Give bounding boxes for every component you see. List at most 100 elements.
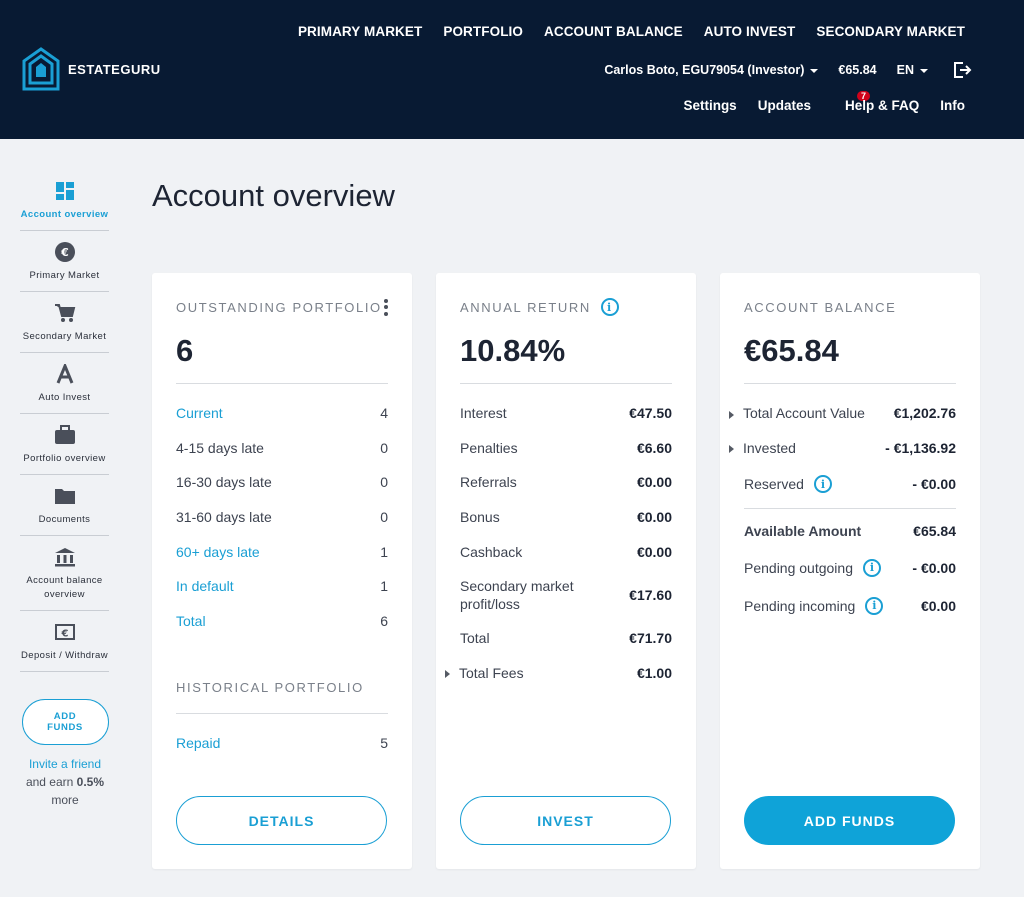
annual-row-penalties: Penalties €6.60 <box>460 431 672 466</box>
main-menu: PRIMARY MARKET PORTFOLIO ACCOUNT BALANCE… <box>298 24 965 39</box>
expand-triangle-icon[interactable] <box>445 670 450 679</box>
divider <box>460 383 672 384</box>
row-value: €1,202.76 <box>893 405 956 422</box>
annual-row-bonus: Bonus €0.00 <box>460 500 672 535</box>
invite-bonus-rate: 0.5% <box>76 775 105 789</box>
row-value: €0.00 <box>636 474 672 491</box>
header-balance[interactable]: €65.84 <box>838 63 876 77</box>
row-label: In default <box>176 578 234 595</box>
sidebar-item-secondary-market[interactable]: Secondary Market <box>20 300 109 353</box>
expand-triangle-icon[interactable] <box>729 410 734 419</box>
row-value: €1.00 <box>636 664 672 681</box>
row-label: Repaid <box>176 735 221 752</box>
row-label: Total Account Value <box>743 405 865 422</box>
info-icon[interactable]: i <box>813 475 832 494</box>
sidebar-item-account-overview[interactable]: Account overview <box>20 178 109 231</box>
row-value: €47.50 <box>629 405 672 422</box>
balance-row-invested[interactable]: Invested - €1,136.92 <box>729 431 956 466</box>
briefcase-icon <box>54 425 75 444</box>
invest-button[interactable]: INVEST <box>460 796 671 845</box>
balance-row-total-account-value[interactable]: Total Account Value €1,202.76 <box>729 396 956 431</box>
row-label: Total <box>460 630 490 647</box>
more-options-icon[interactable] <box>384 298 388 316</box>
row-value: 0 <box>380 474 388 491</box>
svg-text:€: € <box>60 246 69 259</box>
portfolio-row-repaid[interactable]: Repaid 5 <box>176 726 388 761</box>
nav-help-faq[interactable]: Help & FAQ <box>845 98 919 115</box>
info-icon[interactable]: i <box>863 558 881 577</box>
sidebar-item-label: Deposit / Withdraw <box>21 650 108 661</box>
dashboard-icon <box>55 182 74 200</box>
invite-friend-link[interactable]: Invite a friend <box>29 757 101 771</box>
euro-card-icon: € <box>54 624 75 640</box>
row-label: 60+ days late <box>176 543 260 560</box>
details-button[interactable]: DETAILS <box>176 796 387 845</box>
account-balance-heading: ACCOUNT BALANCE <box>744 299 897 315</box>
portfolio-row-total[interactable]: Total 6 <box>176 604 388 639</box>
estateguru-logo[interactable]: ESTATEGURU <box>22 47 161 91</box>
row-value: 4 <box>380 405 388 422</box>
chevron-down-icon <box>920 68 928 73</box>
sidebar-item-portfolio-overview[interactable]: Portfolio overview <box>20 422 109 475</box>
nav-account-balance[interactable]: ACCOUNT BALANCE <box>544 24 683 39</box>
sidebar-item-label: Account balance overview <box>26 575 103 600</box>
balance-row-reserved: Reserved i - €0.00 <box>744 465 956 503</box>
nav-portfolio[interactable]: PORTFOLIO <box>443 24 523 39</box>
user-name: Carlos Boto, EGU79054 (Investor) <box>604 63 805 77</box>
outstanding-portfolio-card: OUTSTANDING PORTFOLIO 6 Current 4 4-15 da… <box>152 273 412 869</box>
annual-row-secondary-market-profit-loss: Secondary market profit/loss €17.60 <box>460 569 672 621</box>
sidebar-add-funds-button[interactable]: ADD FUNDS <box>21 699 109 745</box>
sidebar-item-deposit-withdraw[interactable]: € Deposit / Withdraw <box>20 619 109 672</box>
outstanding-portfolio-count: 6 <box>176 333 194 368</box>
annual-row-referrals: Referrals €0.00 <box>460 465 672 500</box>
nav-info[interactable]: Info <box>940 98 965 115</box>
nav-secondary-market[interactable]: SECONDARY MARKET <box>816 24 965 39</box>
sidebar-item-label: Secondary Market <box>22 331 107 342</box>
outstanding-portfolio-heading: OUTSTANDING PORTFOLIO <box>176 299 382 315</box>
card-heading: OUTSTANDING PORTFOLIO <box>176 297 388 317</box>
row-value: - €0.00 <box>912 559 956 576</box>
top-navigation-bar: ESTATEGURU PRIMARY MARKET PORTFOLIO ACCO… <box>0 0 1024 139</box>
row-value: 1 <box>380 543 388 560</box>
sidebar-item-primary-market[interactable]: € Primary Market <box>20 239 109 292</box>
sidebar-item-label: Primary Market <box>29 270 100 281</box>
annual-return-card: ANNUAL RETURN i 10.84% Interest €47.50 Pe… <box>436 273 696 869</box>
nav-auto-invest[interactable]: AUTO INVEST <box>704 24 796 39</box>
annual-row-total-fees[interactable]: Total Fees €1.00 <box>445 656 672 691</box>
balance-row-pending-outgoing: Pending outgoing i - €0.00 <box>744 549 956 587</box>
portfolio-row-4-15-days-late: 4-15 days late 0 <box>176 431 388 466</box>
invite-text: and earn <box>25 775 77 789</box>
sidebar-item-documents[interactable]: Documents <box>20 483 109 536</box>
logout-icon[interactable] <box>952 60 972 80</box>
letter-a-icon <box>56 364 73 384</box>
info-icon[interactable]: i <box>600 298 619 316</box>
nav-updates[interactable]: Updates7 <box>758 91 870 115</box>
user-dropdown[interactable]: Carlos Boto, EGU79054 (Investor) <box>604 63 819 77</box>
add-funds-button[interactable]: ADD FUNDS <box>744 796 955 845</box>
sidebar-item-account-balance-overview[interactable]: Account balance overview <box>20 544 109 611</box>
language-dropdown[interactable]: EN <box>897 63 928 77</box>
portfolio-row-current[interactable]: Current 4 <box>176 396 388 431</box>
portfolio-row-60-plus-days-late[interactable]: 60+ days late 1 <box>176 534 388 569</box>
info-icon[interactable]: i <box>865 596 884 615</box>
annual-row-total: Total €71.70 <box>460 621 672 656</box>
expand-triangle-icon[interactable] <box>729 445 734 454</box>
row-label: Pending incoming <box>744 597 856 614</box>
account-balance-card: ACCOUNT BALANCE €65.84 Total Account Val… <box>720 273 980 869</box>
divider <box>744 383 956 384</box>
nav-primary-market[interactable]: PRIMARY MARKET <box>298 24 422 39</box>
card-heading: ANNUAL RETURN i <box>460 297 672 317</box>
nav-settings[interactable]: Settings <box>683 98 736 115</box>
sidebar-item-label: Portfolio overview <box>23 453 106 464</box>
row-label: Bonus <box>460 509 500 526</box>
balance-row-available-amount: Available Amount €65.84 <box>744 514 956 549</box>
row-label: Total Fees <box>459 664 524 681</box>
annual-return-heading: ANNUAL RETURN <box>460 299 591 315</box>
row-value: 6 <box>380 612 388 629</box>
sidebar-item-auto-invest[interactable]: Auto Invest <box>20 361 109 414</box>
row-value: 1 <box>380 578 388 595</box>
portfolio-row-in-default[interactable]: In default 1 <box>176 569 388 604</box>
divider <box>176 383 388 384</box>
row-label: 31-60 days late <box>176 509 272 526</box>
row-value: €17.60 <box>629 586 672 603</box>
